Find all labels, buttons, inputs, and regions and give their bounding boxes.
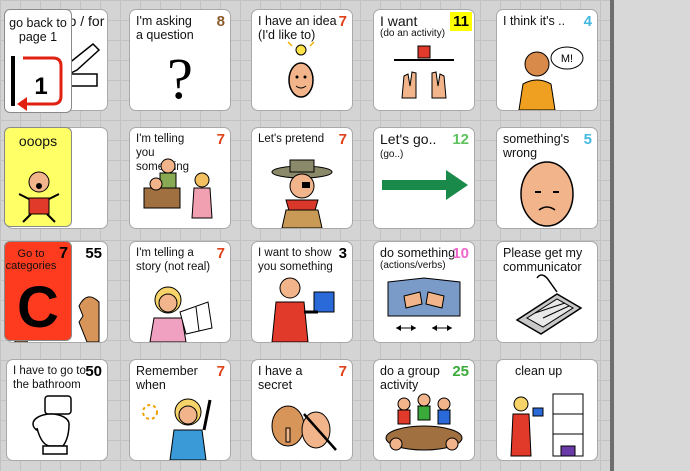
cell-label-line1: I'm telling a — [136, 247, 194, 259]
categories-label: Go to categories — [5, 248, 57, 272]
telling-people-icon — [130, 158, 230, 228]
cell-label-line1: Let's pretend — [258, 133, 325, 145]
sidebar — [614, 0, 690, 471]
categories-label-line2: categories — [5, 260, 57, 272]
cell-count-badge: 7 — [338, 363, 347, 380]
cell-label-line1: something's — [503, 132, 570, 146]
cell-lets-go[interactable]: Let's go.. (go..) 12 — [373, 127, 475, 229]
go-back-label-line2: page 1 — [18, 30, 58, 44]
want-hands-icon — [374, 40, 474, 110]
toilet-icon — [7, 390, 107, 460]
remember-girl-icon — [130, 390, 230, 460]
cell-label: do a group activity — [380, 364, 454, 392]
cell-label: Let's pretend — [258, 132, 332, 146]
go-back-label: go back to page 1 — [7, 16, 69, 44]
reading-girl-icon — [130, 272, 230, 342]
cell-get-my-communicator[interactable]: Please get my communicator — [496, 241, 598, 343]
cell-label: Let's go.. (go..) — [380, 132, 454, 161]
cell-label-line1: I think it's .. — [503, 14, 566, 28]
categories-letter-icon: C — [17, 275, 59, 340]
back-page-number: 1 — [34, 73, 47, 100]
cell-label: I think it's .. — [503, 14, 577, 28]
cell-count-badge: 50 — [85, 363, 102, 380]
cell-label-line1: I want to show — [258, 247, 332, 259]
cell-count-badge: 3 — [338, 245, 347, 262]
cell-telling-you-something[interactable]: I'm telling you something 7 — [129, 127, 231, 229]
go-back-page-1-button[interactable]: go back to page 1 1 — [4, 9, 72, 113]
sad-face-icon — [497, 158, 597, 228]
cell-label-line1: do a group — [380, 364, 440, 378]
cell-group-activity[interactable]: do a group activity 25 — [373, 359, 475, 461]
cell-label-line1: I'm telling — [136, 133, 185, 145]
question-mark-icon: ? — [130, 40, 230, 110]
cell-remember-when[interactable]: Remember when 7 — [129, 359, 231, 461]
svg-text:?: ? — [167, 46, 193, 110]
cell-lets-pretend[interactable]: Let's pretend 7 — [251, 127, 353, 229]
oops-button[interactable]: ooops — [4, 127, 72, 227]
cell-count-badge: 7 — [338, 13, 347, 30]
cell-count-badge: 7 — [216, 131, 225, 148]
cell-clean-up[interactable]: clean up — [496, 359, 598, 461]
cell-label-line1: Let's go.. — [380, 131, 437, 147]
secret-face-icon — [252, 390, 352, 460]
cell-count-badge: 11 — [450, 12, 472, 31]
cell-label-line1: I have a — [258, 364, 303, 378]
cell-bathroom[interactable]: I have to go to the bathroom 50 — [6, 359, 108, 461]
categories-count-badge: 7 — [59, 245, 68, 262]
group-activity-icon — [374, 390, 474, 460]
go-to-categories-button[interactable]: Go to categories 7 C — [4, 241, 72, 341]
cell-count-badge: 7 — [338, 131, 347, 148]
go-back-label-line1: go back to — [9, 16, 67, 30]
cell-count-badge: 12 — [452, 131, 469, 148]
cell-label-line1: Please get my — [503, 246, 583, 260]
idea-lightbulb-icon — [252, 40, 352, 110]
cell-count-badge: 4 — [583, 13, 592, 30]
cell-count-badge: 7 — [216, 245, 225, 262]
cell-label-line2: (do an activity) — [380, 28, 446, 39]
cell-i-think[interactable]: I think it's .. 4 M! — [496, 9, 598, 111]
pretend-cowboy-icon — [252, 158, 352, 228]
cell-count-badge: 8 — [216, 13, 225, 30]
cell-label: I'm telling a story (not real) — [136, 246, 220, 274]
cell-label: I want to show you something — [258, 246, 342, 274]
action-sign-icon — [374, 272, 474, 342]
cell-show-you-something[interactable]: I want to show you something 3 — [251, 241, 353, 343]
cell-i-want[interactable]: I want (do an activity) 11 — [373, 9, 475, 111]
cell-label: I have an idea (I'd like to) — [258, 14, 342, 42]
cell-label: something's wrong — [503, 132, 577, 160]
green-arrow-icon — [374, 158, 474, 228]
communicator-device-icon — [497, 272, 597, 342]
cell-have-a-secret[interactable]: I have a secret 7 — [251, 359, 353, 461]
cell-label-line1: Remember — [136, 364, 198, 378]
oops-person-icon — [13, 168, 65, 224]
cell-count-badge: 5 — [583, 131, 592, 148]
cell-label-line1: I have an idea — [258, 14, 337, 28]
show-box-icon — [252, 272, 352, 342]
cell-count-badge: 10 — [452, 245, 469, 262]
cell-have-an-idea[interactable]: I have an idea (I'd like to) 7 — [251, 9, 353, 111]
cell-telling-a-story[interactable]: I'm telling a story (not real) 7 — [129, 241, 231, 343]
categories-label-line1: Go to — [17, 248, 45, 260]
cell-label: I want (do an activity) — [380, 14, 460, 40]
cell-somethings-wrong[interactable]: something's wrong 5 — [496, 127, 598, 229]
cell-label: Please get my communicator — [503, 246, 595, 274]
cell-count-badge: 55 — [85, 245, 102, 262]
cell-label: I have a secret — [258, 364, 332, 392]
cell-asking-question[interactable]: I'm asking a question 8 ? — [129, 9, 231, 111]
cell-label: Remember when — [136, 364, 210, 392]
oops-label: ooops — [18, 133, 58, 149]
thinking-person-icon: M! — [497, 40, 597, 110]
cell-label: I'm asking a question — [136, 14, 210, 42]
cell-label-line1: clean up — [515, 364, 563, 378]
clean-up-shelf-icon — [497, 390, 597, 460]
back-arrow-icon: 1 — [7, 50, 71, 112]
cell-label-line1: I want — [380, 13, 418, 29]
cell-label-line1: I'm asking — [136, 14, 192, 28]
cell-do-something[interactable]: do something (actions/verbs) 10 — [373, 241, 475, 343]
cell-label: clean up — [515, 364, 589, 378]
cell-count-badge: 7 — [216, 363, 225, 380]
svg-text:M!: M! — [561, 53, 573, 65]
cell-count-badge: 25 — [452, 363, 469, 380]
